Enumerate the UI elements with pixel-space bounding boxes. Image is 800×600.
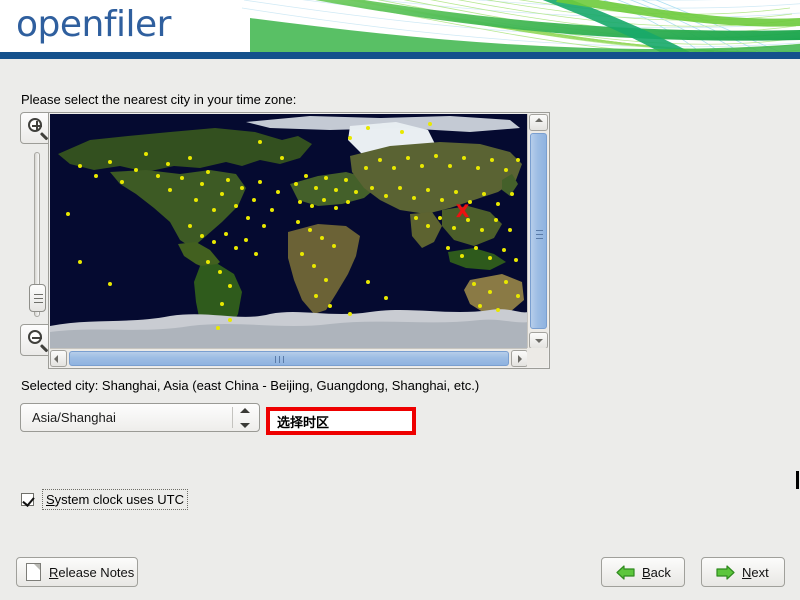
- edge-artifact: [796, 471, 799, 489]
- map-vertical-scrollbar[interactable]: [527, 114, 548, 349]
- horizontal-scroll-thumb[interactable]: [69, 351, 509, 366]
- next-text: ext: [751, 565, 768, 580]
- timezone-map-widget: X: [20, 112, 550, 369]
- world-map-image: [50, 114, 528, 349]
- scroll-left-arrow-icon: [54, 355, 58, 363]
- timezone-select[interactable]: Asia/Shanghai: [20, 403, 260, 432]
- arrow-left-icon: [616, 565, 635, 580]
- utc-checkbox[interactable]: [21, 493, 34, 506]
- world-map[interactable]: X: [50, 114, 528, 349]
- utc-checkbox-row[interactable]: System clock uses UTC: [21, 489, 188, 510]
- vertical-scroll-thumb[interactable]: [530, 133, 547, 329]
- utc-label-rest: ystem clock uses UTC: [55, 492, 184, 507]
- release-notes-text: elease Notes: [58, 565, 134, 580]
- map-frame: X: [48, 112, 550, 369]
- zoom-slider-handle[interactable]: [29, 284, 46, 312]
- utc-label-mnemonic: S: [46, 492, 55, 507]
- scroll-up-arrow-icon: [535, 118, 543, 122]
- scroll-down-button[interactable]: [529, 332, 548, 349]
- arrow-right-icon: [716, 565, 735, 580]
- back-button[interactable]: Back: [601, 557, 685, 587]
- scroll-right-button[interactable]: [511, 350, 528, 367]
- utc-checkbox-label[interactable]: System clock uses UTC: [42, 489, 188, 510]
- scroll-up-button[interactable]: [529, 114, 548, 131]
- page-title: Please select the nearest city in your t…: [21, 92, 296, 107]
- back-text: ack: [651, 565, 671, 580]
- header-divider: [0, 52, 800, 59]
- back-mnemonic: B: [642, 565, 651, 580]
- selected-city-label: Selected city: Shanghai, Asia (east Chin…: [21, 378, 479, 393]
- next-mnemonic: N: [742, 565, 751, 580]
- selected-city-marker: X: [456, 205, 469, 220]
- annotation-text: 选择时区: [270, 412, 329, 431]
- zoom-in-magnifier-icon: [28, 118, 42, 132]
- map-horizontal-scrollbar[interactable]: [50, 348, 528, 367]
- document-icon: [26, 563, 41, 581]
- timezone-select-value: Asia/Shanghai: [32, 410, 116, 425]
- scroll-right-arrow-icon: [518, 355, 522, 363]
- release-notes-mnemonic: R: [49, 565, 58, 580]
- scrollbar-corner: [527, 348, 548, 367]
- release-notes-button[interactable]: Release Notes: [16, 557, 138, 587]
- scroll-down-arrow-icon: [535, 339, 543, 343]
- spinner-up-down-icon[interactable]: [238, 408, 252, 428]
- next-button[interactable]: Next: [701, 557, 785, 587]
- timezone-select-divider: [232, 407, 233, 428]
- zoom-out-magnifier-icon: [28, 330, 42, 344]
- app-header: openfiler: [0, 0, 800, 52]
- installer-body: Please select the nearest city in your t…: [0, 59, 800, 600]
- back-label: Back: [642, 565, 671, 580]
- release-notes-label: Release Notes: [49, 565, 134, 580]
- openfiler-logo: openfiler: [16, 4, 171, 45]
- annotation-box: 选择时区: [266, 407, 416, 435]
- next-label: Next: [742, 565, 769, 580]
- scroll-left-button[interactable]: [50, 350, 67, 367]
